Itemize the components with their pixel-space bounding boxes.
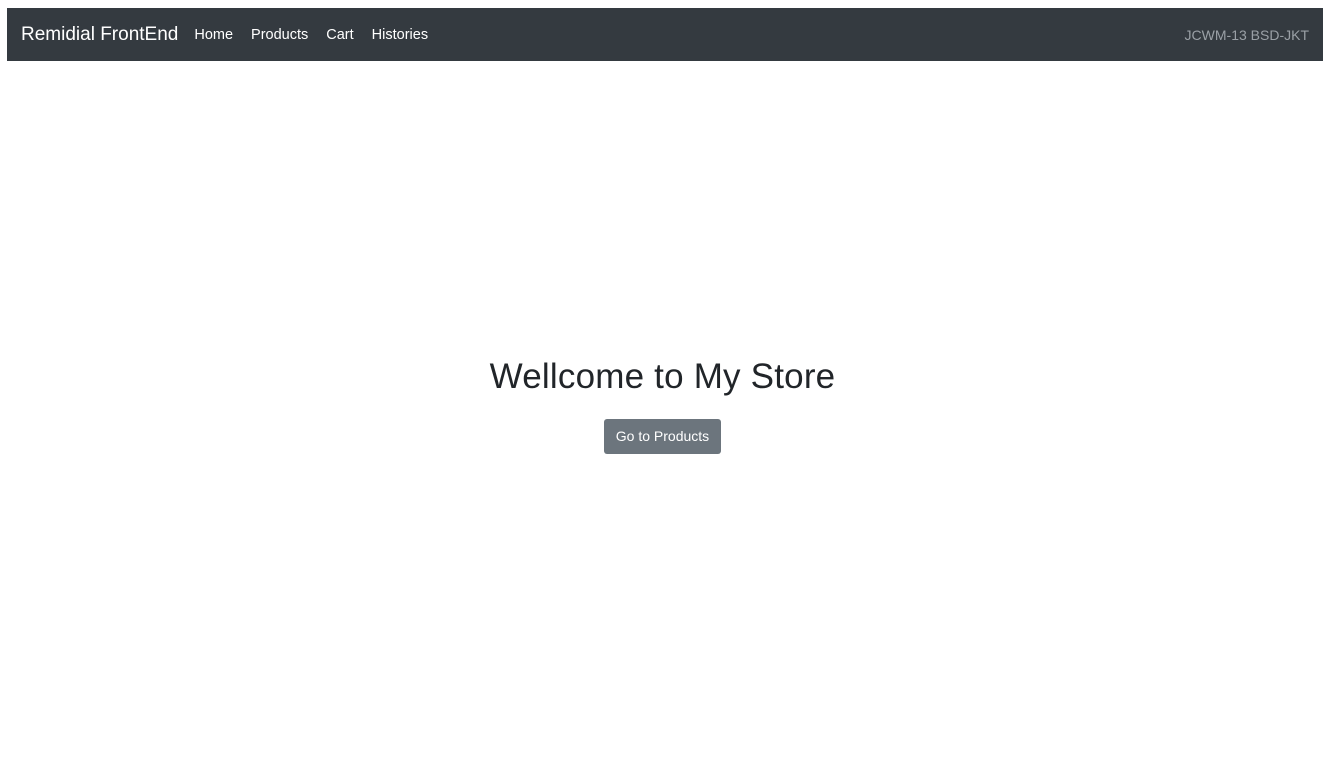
go-to-products-button[interactable]: Go to Products (603, 419, 722, 454)
navbar-brand[interactable]: Remidial FrontEnd (21, 24, 178, 46)
page: Remidial FrontEnd Home Products Cart His… (0, 0, 1325, 765)
navbar-user-text: JCWM-13 BSD-JKT (1184, 26, 1309, 43)
navbar: Remidial FrontEnd Home Products Cart His… (7, 8, 1323, 61)
hero-section: Wellcome to My Store Go to Products (0, 355, 1325, 454)
nav-link-products[interactable]: Products (242, 27, 317, 43)
nav-link-cart[interactable]: Cart (317, 27, 362, 43)
nav-link-histories[interactable]: Histories (363, 27, 437, 43)
page-title: Wellcome to My Store (489, 357, 836, 396)
nav-links: Home Products Cart Histories (192, 27, 437, 43)
nav-link-home[interactable]: Home (192, 27, 242, 43)
